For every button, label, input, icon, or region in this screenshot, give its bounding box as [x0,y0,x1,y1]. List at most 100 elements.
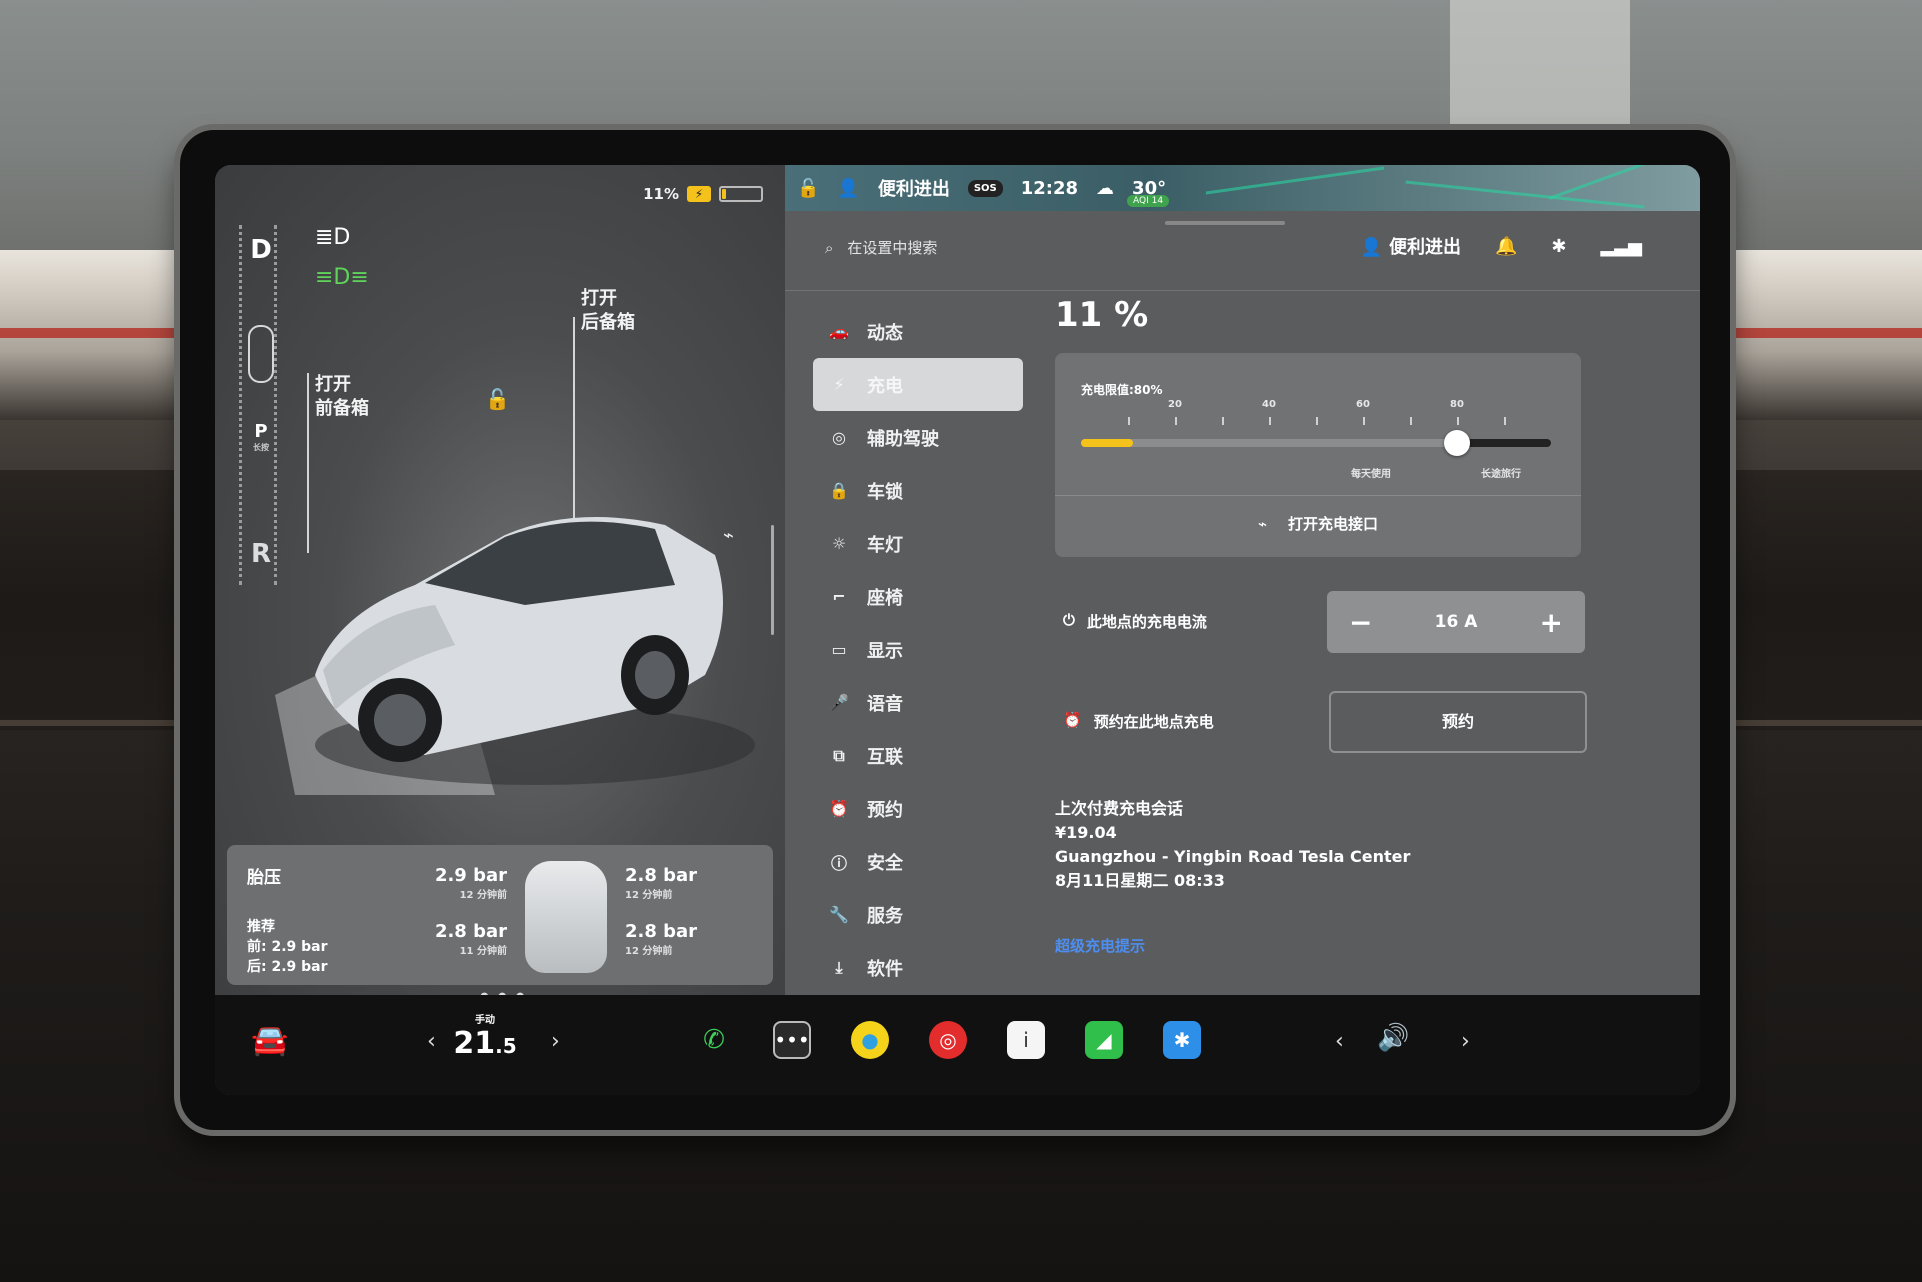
menu-item[interactable]: ⚡ 充电 [813,358,1023,411]
gear-car-icon [248,325,274,383]
open-frunk-button[interactable]: 打开 前备箱 [315,373,369,421]
open-charge-port-button[interactable]: ⌁ 打开充电接口 [1055,513,1581,534]
settings-search[interactable]: ⌕ 在设置中搜索 [825,237,937,258]
signal-icon: ▂▃▅ [1600,235,1642,257]
weather-icon: ☁ [1096,177,1115,199]
increase-current-button[interactable]: + [1540,606,1563,639]
clock: 12:28 [1020,177,1079,199]
info-icon: ⓘ [830,853,847,873]
touchscreen: 11% ⚡ D P长按 R ≣D ≡D≡ 打开 前备箱 打开 后备箱 🔓 ⌁ [215,165,1700,1095]
alarm-icon: ⏰ [829,799,849,818]
charging-bolt-icon: ⚡ [687,186,711,202]
tick-label: 60 [1356,399,1370,410]
gear-drive[interactable]: D [242,235,280,265]
card-divider [1055,495,1581,496]
tire-pressure-title: 胎压 [247,868,281,888]
connect-icon: ⧉ [833,745,845,765]
tire-rear-left: 2.8 bar 11 分钟前 [434,921,507,957]
menu-item-label: 车锁 [867,481,903,503]
menu-item[interactable]: ⏰ 预约 [813,782,1023,835]
menu-item-label: 车灯 [867,534,903,556]
tick-mark [1410,417,1412,425]
volume-up-arrow[interactable]: › [1461,1029,1470,1054]
charging-content: 11 % 充电限值:80% 20 40 60 80 每天使用 长途旅行 ⌁ 打开充电接… [1055,295,1695,955]
current-charge-fill [1081,439,1133,447]
tire-front-left: 2.9 bar 12 分钟前 [434,865,507,901]
charge-port-icon: ⌁ [1258,515,1268,533]
profile-name[interactable]: 便利进出 [878,175,950,201]
tick-mark [1504,417,1506,425]
phone-icon[interactable]: ✆ [695,1021,733,1059]
supercharging-tips-link[interactable]: 超级充电提示 [1055,935,1145,956]
profile-button[interactable]: 👤 便利进出 [1360,233,1461,259]
charge-current-value: 16 A [1434,612,1478,632]
battery-percent: 11% [643,185,679,203]
tire-recommended: 推荐 前: 2.9 bar 后: 2.9 bar [247,919,328,975]
charge-current-stepper[interactable]: − 16 A + [1327,591,1585,653]
schedule-label: ⏰ 预约在此地点充电 [1063,711,1214,731]
open-trunk-button[interactable]: 打开 后备箱 [581,287,635,335]
cabin-temperature[interactable]: 手动 21.5 [415,1011,555,1061]
manual-icon[interactable]: i [1007,1021,1045,1059]
above-limit-fill [1457,439,1551,447]
menu-item[interactable]: 🚗 动态 [813,305,1023,358]
menu-item[interactable]: ◎ 辅助驾驶 [813,411,1023,464]
car-icon: 🚗 [829,322,849,341]
sos-button[interactable]: SOS [967,179,1003,197]
menu-item[interactable]: ⤓ 软件 [813,941,1023,994]
stocks-icon[interactable]: ◢ [1085,1021,1123,1059]
decrease-current-button[interactable]: − [1349,606,1372,639]
tire-pressure-card[interactable]: 胎压 推荐 前: 2.9 bar 后: 2.9 bar 2.9 bar 12 分钟… [227,845,773,985]
alarm-icon: ⏰ [1063,711,1082,729]
profile-icon[interactable]: 👤 [837,178,859,199]
menu-item[interactable]: 🔧 服务 [813,888,1023,941]
mini-program-icon[interactable]: ● [851,1021,889,1059]
charge-limit-knob[interactable] [1444,430,1470,456]
menu-item[interactable]: ⧉ 互联 [813,729,1023,782]
bell-icon[interactable]: 🔔 [1495,236,1517,257]
menu-item[interactable]: ⌐ 座椅 [813,570,1023,623]
schedule-button[interactable]: 预约 [1329,691,1587,753]
gear-selector[interactable]: D P 长按 R [239,225,277,585]
menu-item[interactable]: ☼ 车灯 [813,517,1023,570]
headlight-icon[interactable]: ≣D [315,225,350,250]
charge-limit-slider[interactable] [1081,430,1551,456]
gear-park[interactable]: P 长按 [242,421,280,453]
unlock-icon[interactable]: 🔓 [485,387,510,411]
bluetooth-icon[interactable]: ✱ [1551,236,1566,257]
last-charging-session: 上次付费充电会话 ¥19.04 Guangzhou - Yingbin Road… [1055,797,1410,893]
battery-icon [719,186,763,202]
more-apps-icon[interactable]: ••• [773,1021,811,1059]
last-session-amount: ¥19.04 [1055,823,1117,842]
menu-item[interactable]: 🔒 车锁 [813,464,1023,517]
menu-item[interactable]: 🎤 语音 [813,676,1023,729]
tick-label: 40 [1262,399,1276,410]
menu-item[interactable]: ⓘ 安全 [813,835,1023,888]
menu-item[interactable]: ▭ 显示 [813,623,1023,676]
last-session-title: 上次付费充电会话 [1055,799,1184,818]
parking-light-icon: ≡D≡ [315,265,369,290]
volume-icon[interactable]: 🔊 [1377,1023,1409,1053]
tire-front-right: 2.8 bar 12 分钟前 [625,865,698,901]
car-controls-icon[interactable]: 🚘 [251,1023,288,1058]
range-daily: 每天使用 [1351,469,1391,480]
search-input[interactable]: 在设置中搜索 [847,237,937,258]
range-trip: 长途旅行 [1481,469,1521,480]
bluetooth-app-icon[interactable]: ✱ [1163,1021,1201,1059]
car-3d-model [275,517,755,795]
download-icon: ⤓ [835,957,843,977]
menu-item-label: 动态 [867,322,903,344]
menu-item-label: 软件 [867,958,903,980]
battery-status: 11% ⚡ [643,185,763,203]
charge-current-label: ⏻ 此地点的充电电流 [1063,611,1207,631]
lock-status-icon[interactable]: 🔓 [797,178,819,199]
volume-down-arrow[interactable]: ‹ [1335,1029,1344,1054]
music-icon[interactable]: ◎ [929,1021,967,1059]
tick-label: 20 [1168,399,1182,410]
display-icon: ▭ [831,640,847,659]
tick-mark [1222,417,1224,425]
temp-up-arrow[interactable]: › [551,1029,560,1054]
menu-item-label: 预约 [867,799,903,821]
menu-item-label: 充电 [867,375,903,397]
lock-icon: 🔒 [829,481,849,500]
